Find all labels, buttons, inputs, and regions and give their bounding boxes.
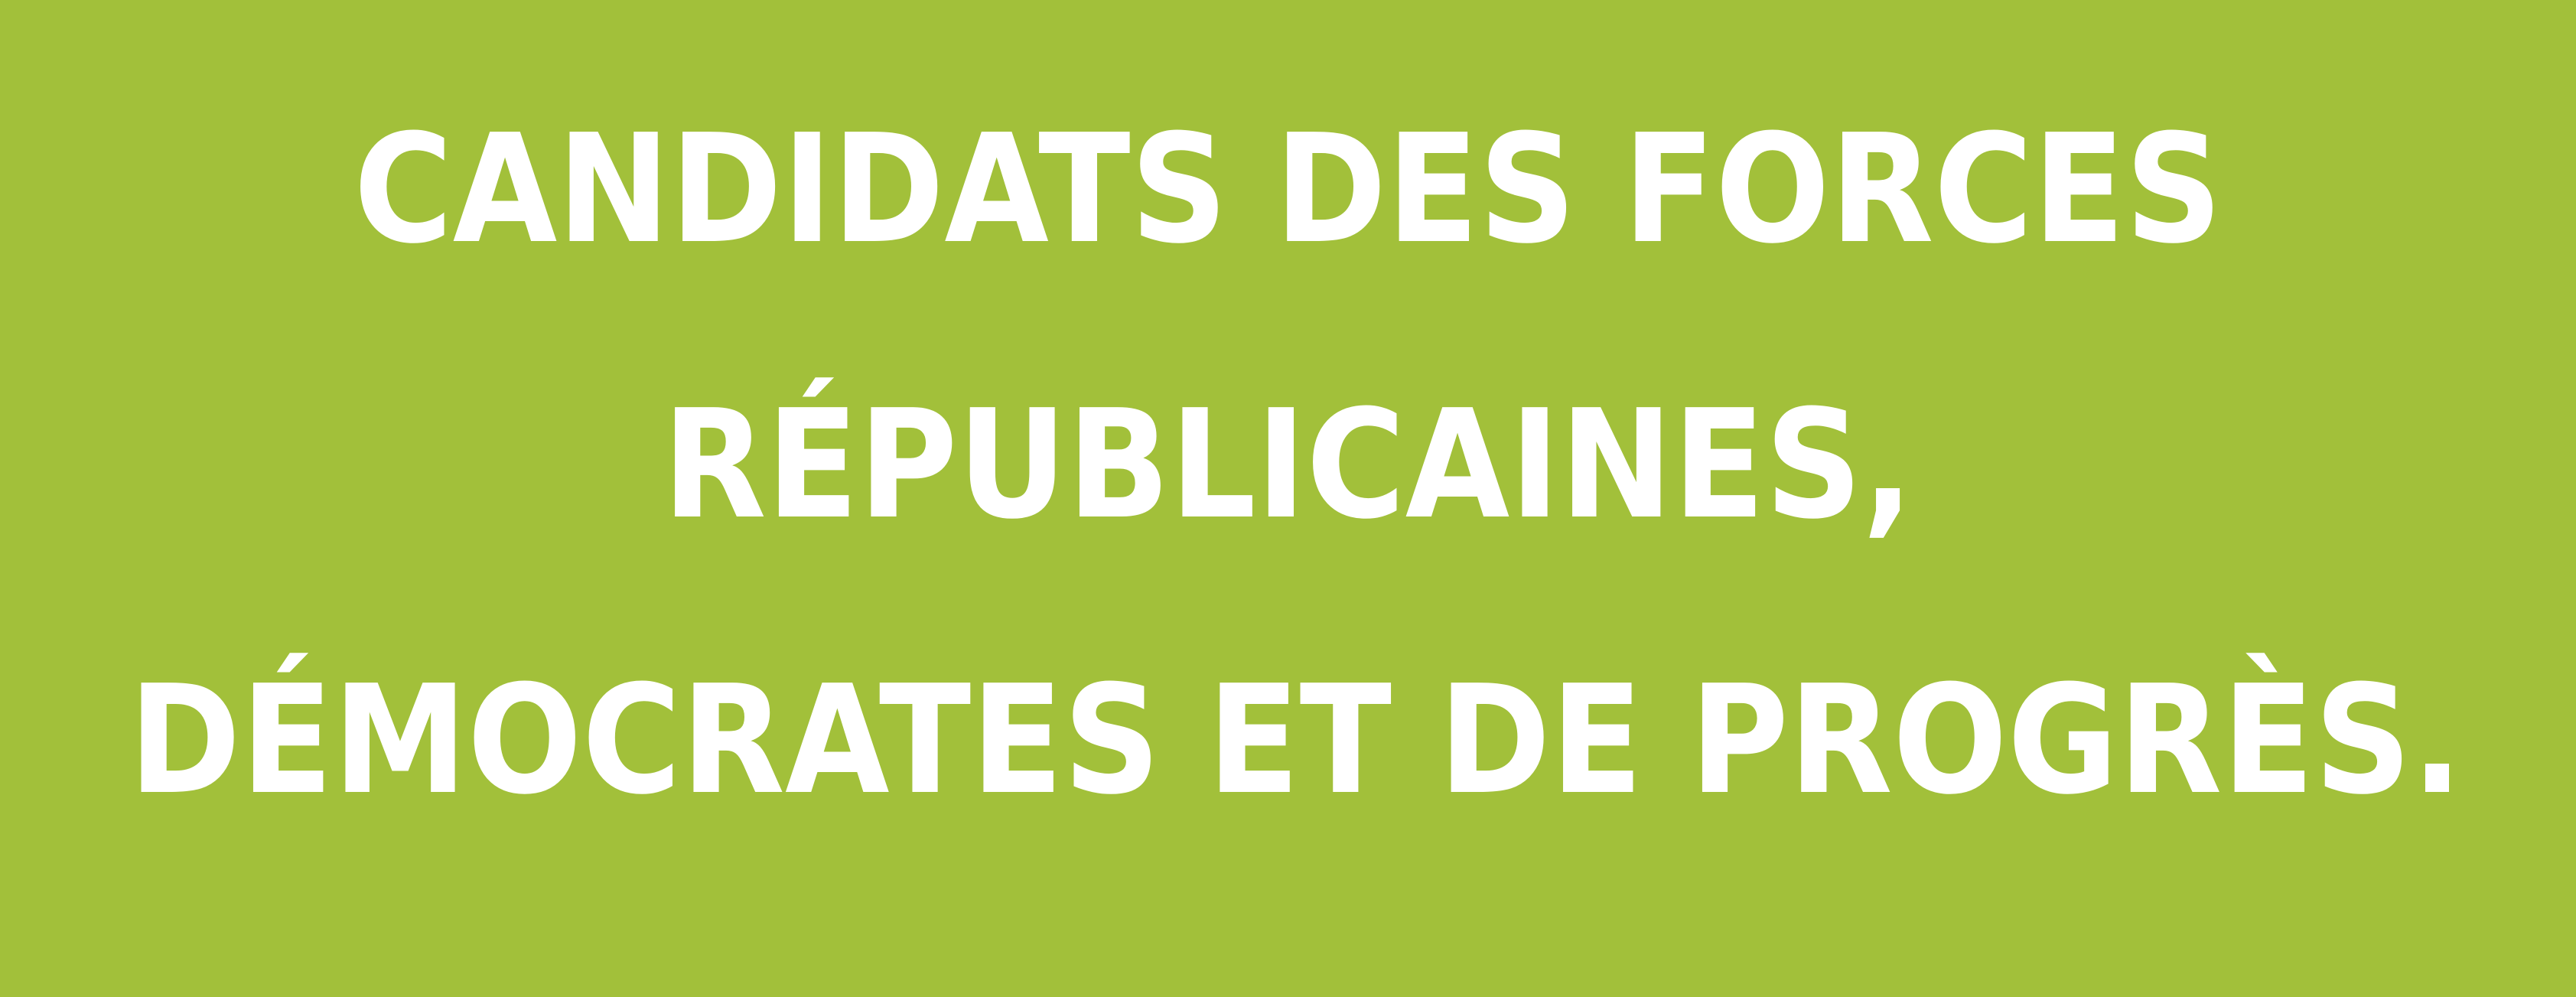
headline-line-1: CANDIDATS DES FORCES (353, 103, 2223, 277)
banner: CANDIDATS DES FORCES RÉPUBLICAINES, DÉMO… (0, 0, 2576, 997)
headline-line-3: DÉMOCRATES ET DE PROGRÈS. (129, 653, 2464, 828)
headline-line-2: RÉPUBLICAINES, (662, 378, 1914, 552)
